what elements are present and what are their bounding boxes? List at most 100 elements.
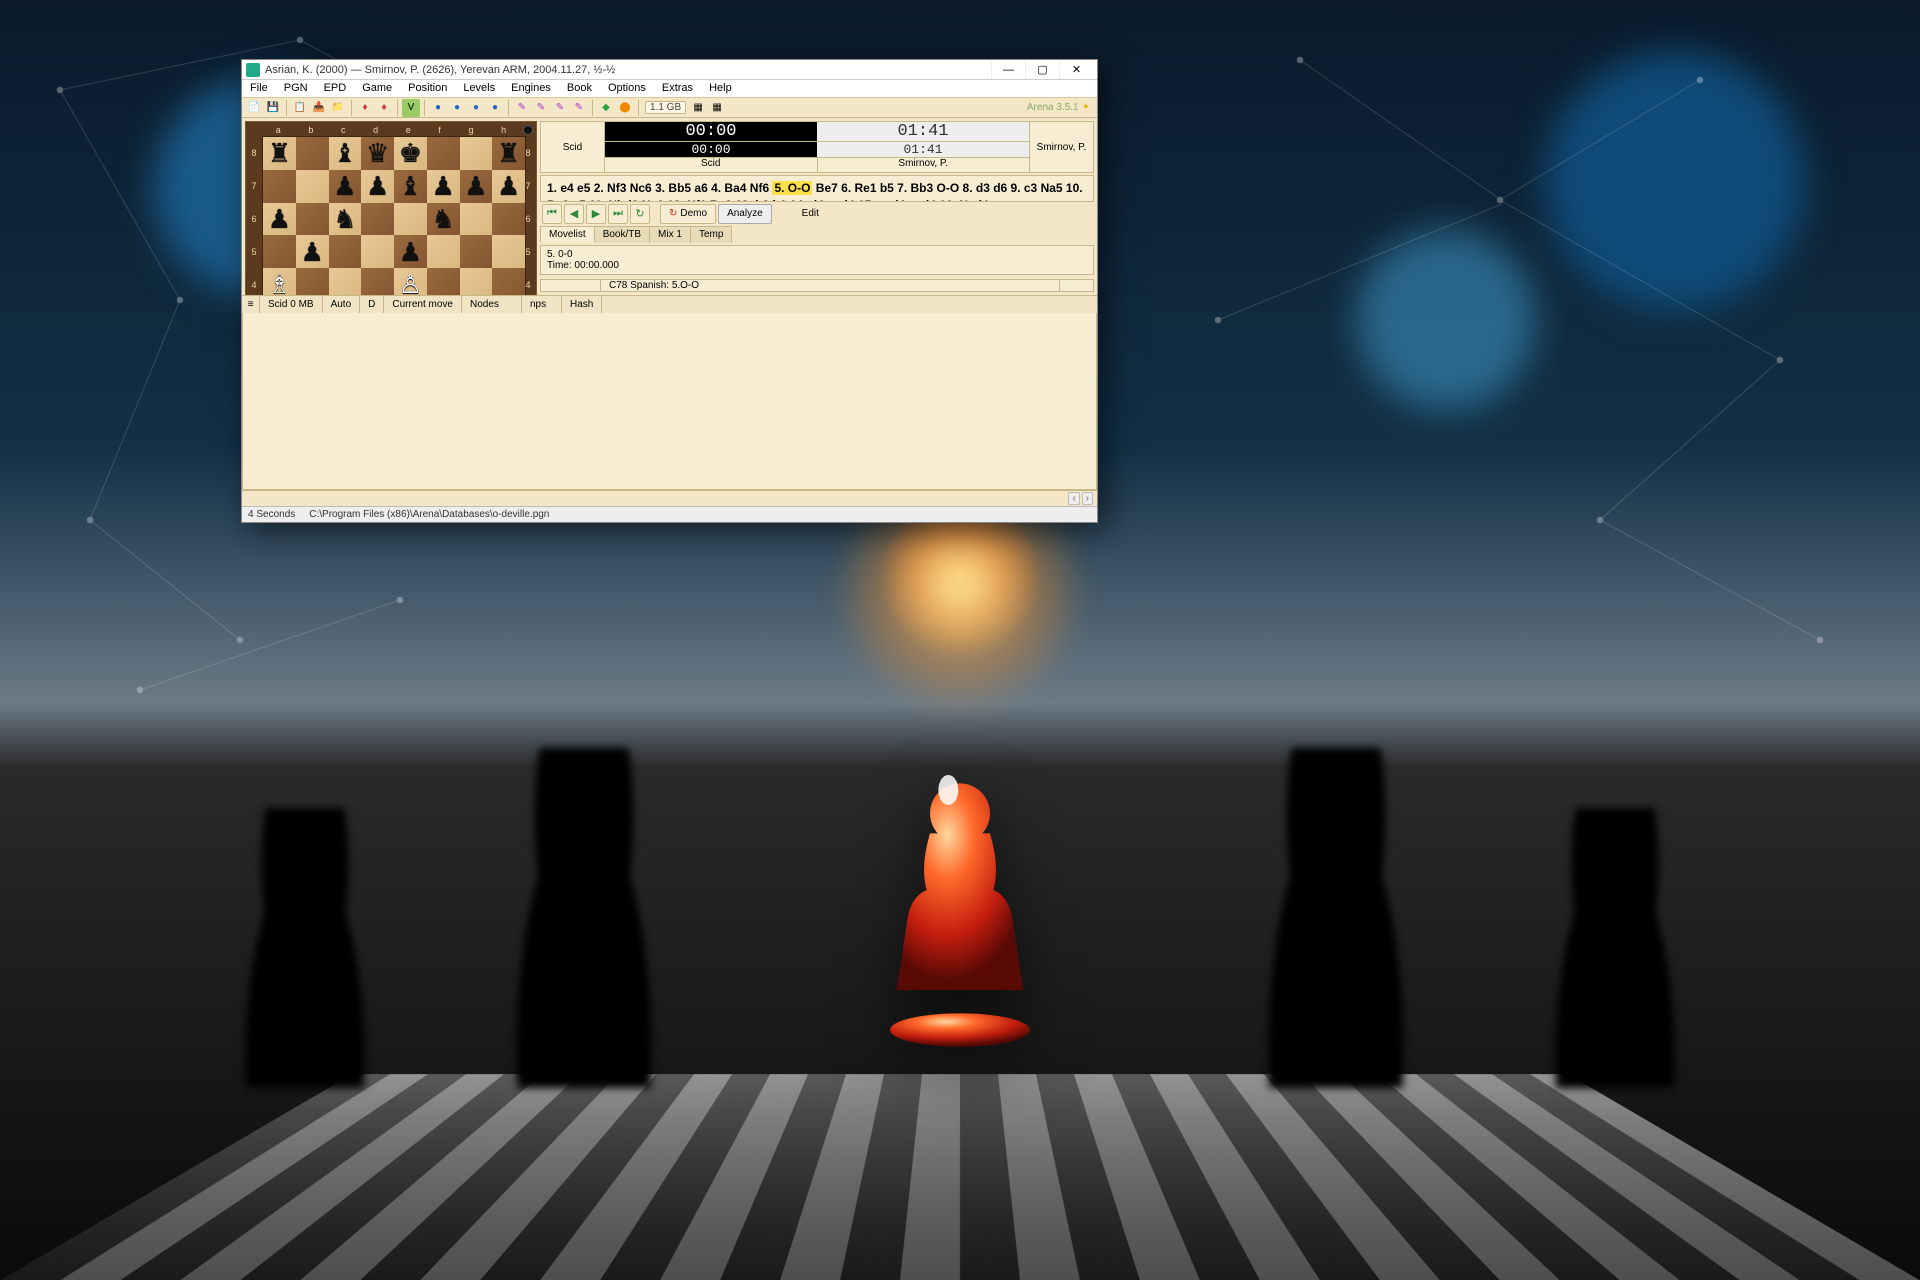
square-f6[interactable]: ♞ xyxy=(427,203,460,236)
black-pawn-icon[interactable]: ♟ xyxy=(497,173,520,199)
square-h5[interactable] xyxy=(492,235,525,268)
black-rook-icon[interactable]: ♜ xyxy=(497,140,520,166)
square-a6[interactable]: ♟ xyxy=(263,203,296,236)
square-f5[interactable] xyxy=(427,235,460,268)
loop-button[interactable]: ↻ xyxy=(630,204,650,224)
black-pawn-icon[interactable]: ♟ xyxy=(366,173,389,199)
square-d4[interactable] xyxy=(361,268,394,295)
prev-move-button[interactable]: ◀ xyxy=(564,204,584,224)
status-menu-icon[interactable]: ≡ xyxy=(242,296,260,313)
move-list[interactable]: 1. e4 e5 2. Nf3 Nc6 3. Bb5 a6 4. Ba4 Nf6… xyxy=(540,175,1094,202)
square-g7[interactable]: ♟ xyxy=(460,170,493,203)
tool-orange-icon[interactable]: ⬤ xyxy=(616,99,634,117)
black-knight-icon[interactable]: ♞ xyxy=(431,206,454,232)
square-h4[interactable] xyxy=(492,268,525,295)
tab-movelist[interactable]: Movelist xyxy=(540,226,595,243)
tool-pen-icon[interactable]: ✎ xyxy=(570,99,588,117)
black-pawn-icon[interactable]: ♟ xyxy=(431,173,454,199)
menu-position[interactable]: Position xyxy=(400,80,455,97)
tab-temp[interactable]: Temp xyxy=(690,226,732,243)
square-d6[interactable] xyxy=(361,203,394,236)
scroll-right-button[interactable]: › xyxy=(1082,492,1093,505)
close-button[interactable]: ✕ xyxy=(1059,61,1093,79)
menu-pgn[interactable]: PGN xyxy=(276,80,316,97)
status-auto[interactable]: Auto xyxy=(323,296,361,313)
tool-pen-icon[interactable]: ✎ xyxy=(513,99,531,117)
menu-levels[interactable]: Levels xyxy=(455,80,503,97)
tool-pen-icon[interactable]: ✎ xyxy=(532,99,550,117)
tool-blue1-icon[interactable]: ● xyxy=(429,99,447,117)
tool-lev2-icon[interactable]: ♦ xyxy=(375,99,393,117)
black-pawn-icon[interactable]: ♟ xyxy=(333,173,356,199)
square-e5[interactable]: ♟ xyxy=(394,235,427,268)
menu-engines[interactable]: Engines xyxy=(503,80,559,97)
square-d5[interactable] xyxy=(361,235,394,268)
square-e7[interactable]: ♝ xyxy=(394,170,427,203)
menu-help[interactable]: Help xyxy=(701,80,740,97)
square-g5[interactable] xyxy=(460,235,493,268)
analyze-button[interactable]: Analyze xyxy=(718,204,772,224)
edit-button[interactable]: Edit xyxy=(794,204,827,224)
square-g4[interactable] xyxy=(460,268,493,295)
tool-lev-icon[interactable]: ♦ xyxy=(356,99,374,117)
demo-button[interactable]: ↻Demo xyxy=(660,204,716,224)
menu-extras[interactable]: Extras xyxy=(654,80,701,97)
tool-save-icon[interactable]: 💾 xyxy=(264,99,282,117)
menu-options[interactable]: Options xyxy=(600,80,654,97)
square-h6[interactable] xyxy=(492,203,525,236)
next-move-button[interactable]: ▶ xyxy=(586,204,606,224)
square-a8[interactable]: ♜ xyxy=(263,137,296,170)
white-bishop-icon[interactable]: ♗ xyxy=(268,271,291,294)
square-f4[interactable] xyxy=(427,268,460,295)
black-king-icon[interactable]: ♚ xyxy=(399,140,422,166)
black-queen-icon[interactable]: ♛ xyxy=(366,140,389,166)
black-rook-icon[interactable]: ♜ xyxy=(268,140,291,166)
white-pawn-icon[interactable]: ♙ xyxy=(399,271,422,294)
board-squares[interactable]: ♜♝♛♚♜♟♟♝♟♟♟♟♞♞♟♟♗♙♘♙♙♙♙♙♙♙♖♘♗♕♖♔ xyxy=(262,136,526,295)
square-d8[interactable]: ♛ xyxy=(361,137,394,170)
square-b5[interactable]: ♟ xyxy=(296,235,329,268)
black-pawn-icon[interactable]: ♟ xyxy=(464,173,487,199)
info-icon[interactable]: ✦ xyxy=(1082,102,1090,113)
square-a7[interactable] xyxy=(263,170,296,203)
status-current-move[interactable]: Current move xyxy=(384,296,462,313)
maximize-button[interactable]: ▢ xyxy=(1025,61,1059,79)
tool-green-icon[interactable]: ◆ xyxy=(597,99,615,117)
square-a5[interactable] xyxy=(263,235,296,268)
black-pawn-icon[interactable]: ♟ xyxy=(300,239,323,265)
tool-new-icon[interactable]: 📄 xyxy=(245,99,263,117)
last-move-button[interactable]: ⏭ xyxy=(608,204,628,224)
square-h8[interactable]: ♜ xyxy=(492,137,525,170)
status-d[interactable]: D xyxy=(360,296,384,313)
tool-blue2-icon[interactable]: ● xyxy=(448,99,466,117)
tool-folder-icon[interactable]: 📁 xyxy=(329,99,347,117)
square-h7[interactable]: ♟ xyxy=(492,170,525,203)
square-g8[interactable] xyxy=(460,137,493,170)
square-b8[interactable] xyxy=(296,137,329,170)
menu-epd[interactable]: EPD xyxy=(316,80,355,97)
titlebar[interactable]: Asrian, K. (2000) — Smirnov, P. (2626), … xyxy=(242,60,1097,80)
menu-game[interactable]: Game xyxy=(354,80,400,97)
minimize-button[interactable]: — xyxy=(991,61,1025,79)
square-d7[interactable]: ♟ xyxy=(361,170,394,203)
tool-pen-icon[interactable]: ✎ xyxy=(551,99,569,117)
tab-book-tb[interactable]: Book/TB xyxy=(594,226,650,243)
square-c6[interactable]: ♞ xyxy=(329,203,362,236)
black-pawn-icon[interactable]: ♟ xyxy=(268,206,291,232)
square-c7[interactable]: ♟ xyxy=(329,170,362,203)
square-c5[interactable] xyxy=(329,235,362,268)
black-bishop-icon[interactable]: ♝ xyxy=(333,140,356,166)
square-b4[interactable] xyxy=(296,268,329,295)
scroll-left-button[interactable]: ‹ xyxy=(1068,492,1079,505)
square-f7[interactable]: ♟ xyxy=(427,170,460,203)
square-e6[interactable] xyxy=(394,203,427,236)
tool-blue4-icon[interactable]: ● xyxy=(486,99,504,117)
square-c8[interactable]: ♝ xyxy=(329,137,362,170)
tool-copy-icon[interactable]: 📋 xyxy=(291,99,309,117)
square-a4[interactable]: ♗ xyxy=(263,268,296,295)
tab-mix-1[interactable]: Mix 1 xyxy=(649,226,691,243)
first-move-button[interactable]: ⏮ xyxy=(542,204,562,224)
menu-file[interactable]: File xyxy=(242,80,276,97)
square-b7[interactable] xyxy=(296,170,329,203)
tool-blue3-icon[interactable]: ● xyxy=(467,99,485,117)
